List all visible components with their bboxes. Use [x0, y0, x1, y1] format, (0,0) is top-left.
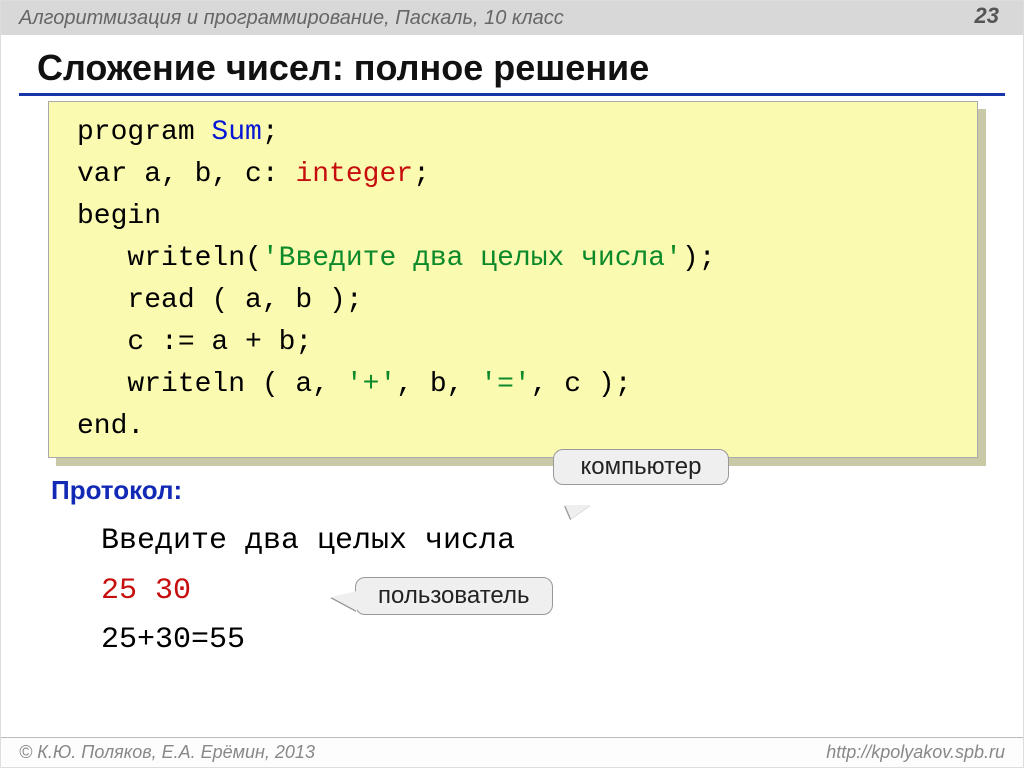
callout-computer: компьютер: [553, 449, 729, 485]
code-l7a: writeln ( a,: [77, 369, 346, 400]
code-l2a: var a, b, c:: [77, 159, 295, 190]
code-l4c: );: [682, 243, 716, 274]
code-box: program Sum; var a, b, c: integer; begin…: [48, 101, 978, 458]
protocol-label: Протокол:: [51, 475, 182, 506]
code-l8: end.: [77, 411, 144, 442]
code-l7b: '+': [346, 369, 396, 400]
protocol-line1: Введите два целых числа: [101, 524, 515, 558]
slide: Алгоритмизация и программирование, Паска…: [0, 0, 1024, 768]
code-l6: c := a + b;: [77, 327, 312, 358]
code-l1c: ;: [262, 117, 279, 148]
footer-url: http://kpolyakov.spb.ru: [826, 742, 1005, 763]
code-l1a: program: [77, 117, 211, 148]
code-l7c: , b,: [396, 369, 480, 400]
footer-bar: © К.Ю. Поляков, Е.А. Ерёмин, 2013 http:/…: [1, 737, 1023, 767]
code-l7d: '=': [480, 369, 530, 400]
code-l7e: , c );: [531, 369, 632, 400]
code-l1b: Sum: [211, 117, 261, 148]
protocol-line2: 25 30: [101, 574, 191, 608]
code-l4a: writeln(: [77, 243, 262, 274]
code-l5: read ( a, b );: [77, 285, 363, 316]
footer-authors: © К.Ю. Поляков, Е.А. Ерёмин, 2013: [19, 742, 315, 763]
callout-computer-tail: [565, 505, 591, 519]
code-l2b: integer: [295, 159, 413, 190]
title-underline: [19, 93, 1005, 96]
code-l4b: 'Введите два целых числа': [262, 243, 682, 274]
course-title: Алгоритмизация и программирование, Паска…: [19, 7, 564, 30]
callout-user-tail: [331, 591, 357, 611]
code-l2c: ;: [413, 159, 430, 190]
page-title: Сложение чисел: полное решение: [37, 47, 649, 89]
callout-user: пользователь: [355, 577, 553, 615]
protocol-line3: 25+30=55: [101, 623, 245, 657]
header-bar: Алгоритмизация и программирование, Паска…: [1, 1, 1023, 35]
page-number: 23: [975, 3, 999, 29]
code-l3: begin: [77, 201, 161, 232]
